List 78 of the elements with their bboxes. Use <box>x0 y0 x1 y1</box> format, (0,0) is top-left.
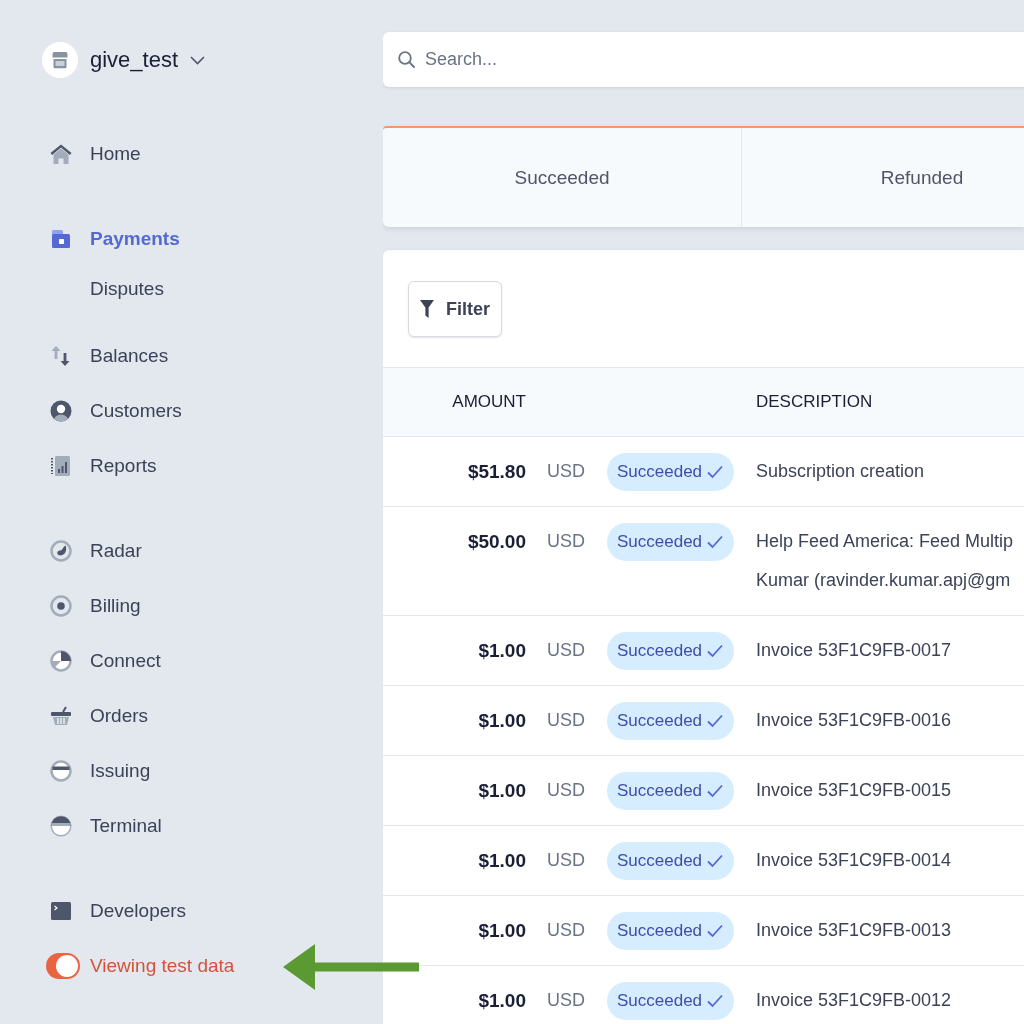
check-icon <box>707 993 724 1008</box>
amount-text: $50.00 <box>467 530 526 554</box>
nav-item[interactable]: Billing <box>50 592 141 619</box>
status-label: Succeeded <box>617 849 703 872</box>
status-label: Succeeded <box>617 989 703 1012</box>
chevron-down-icon <box>190 55 206 65</box>
test-mode-toggle[interactable] <box>46 952 80 979</box>
nav-item[interactable]: Issuing <box>50 757 151 784</box>
basket-icon <box>50 704 72 727</box>
nav-item[interactable]: Balances <box>50 342 169 369</box>
nav-subitem[interactable]: Disputes <box>90 275 164 302</box>
check-icon <box>707 853 724 868</box>
nav-item[interactable]: Home <box>50 140 141 167</box>
description-text: Invoice 53F1C9FB-0015 <box>756 779 952 802</box>
status-label: Succeeded <box>617 639 703 662</box>
description-text: Invoice 53F1C9FB-0014 <box>756 849 952 872</box>
description-text: Help Feed America: Feed Multip Kumar (ravinder.kumar.apj@gm <box>756 530 1014 592</box>
bar-chart-icon <box>50 454 72 477</box>
check-icon <box>707 534 724 549</box>
currency-text: USD <box>547 709 585 732</box>
status-label: Succeeded <box>617 779 703 802</box>
column-header: AMOUNT <box>452 391 526 413</box>
nav-item[interactable]: Payments <box>50 225 180 252</box>
status-label: Succeeded <box>617 460 703 483</box>
description-text: Subscription creation <box>756 460 925 483</box>
amount-text: $1.00 <box>478 779 526 803</box>
currency-text: USD <box>547 639 585 662</box>
amount-text: $1.00 <box>478 849 526 873</box>
search-field[interactable]: Search... <box>383 32 1024 87</box>
folder-icon <box>50 227 72 250</box>
amount-text: $1.00 <box>478 989 526 1013</box>
nav-item[interactable]: Developers <box>50 897 187 924</box>
status-label: Succeeded <box>617 709 703 732</box>
card-circle-icon <box>50 759 72 782</box>
description-text: Invoice 53F1C9FB-0016 <box>756 709 952 732</box>
up-down-arrows-icon <box>50 344 72 367</box>
nav-item[interactable]: Radar <box>50 537 142 564</box>
amount-text: $51.80 <box>467 460 526 484</box>
description-text: Invoice 53F1C9FB-0013 <box>756 919 952 942</box>
filter-button[interactable]: Filter <box>408 281 502 337</box>
store-icon <box>42 42 78 78</box>
currency-text: USD <box>547 919 585 942</box>
currency-text: USD <box>547 779 585 802</box>
half-circle-icon <box>50 814 72 837</box>
currency-text: USD <box>547 989 585 1012</box>
status-label: Succeeded <box>617 919 703 942</box>
nav-item[interactable]: Reports <box>50 452 157 479</box>
description-text: Invoice 53F1C9FB-0017 <box>756 639 952 662</box>
search-icon <box>398 51 415 68</box>
check-icon <box>707 713 724 728</box>
ring-dot-icon <box>50 594 72 617</box>
check-icon <box>707 783 724 798</box>
currency-text: USD <box>547 530 585 553</box>
swirl-icon <box>50 539 72 562</box>
home-icon <box>50 142 72 165</box>
nav-item[interactable]: Terminal <box>50 812 162 839</box>
check-icon <box>707 464 724 479</box>
status-label: Succeeded <box>617 530 703 553</box>
check-icon <box>707 923 724 938</box>
status-tab[interactable]: Refunded <box>742 128 1024 227</box>
pie-icon <box>50 649 72 672</box>
amount-text: $1.00 <box>478 709 526 733</box>
nav-item[interactable]: Orders <box>50 702 149 729</box>
status-tab[interactable]: Succeeded <box>383 128 742 227</box>
amount-text: $1.00 <box>478 639 526 663</box>
person-icon <box>50 399 72 422</box>
description-text: Invoice 53F1C9FB-0012 <box>756 989 952 1012</box>
filter-icon <box>420 300 434 318</box>
nav-item[interactable]: Connect <box>50 647 161 674</box>
terminal-icon <box>50 899 72 922</box>
column-header: DESCRIPTION <box>756 391 873 413</box>
currency-text: USD <box>547 849 585 872</box>
check-icon <box>707 643 724 658</box>
currency-text: USD <box>547 460 585 483</box>
nav-item[interactable]: Customers <box>50 397 182 424</box>
test-mode-label: Viewing test data <box>90 953 235 978</box>
account-switcher[interactable]: give_test <box>42 42 206 78</box>
amount-text: $1.00 <box>478 919 526 943</box>
